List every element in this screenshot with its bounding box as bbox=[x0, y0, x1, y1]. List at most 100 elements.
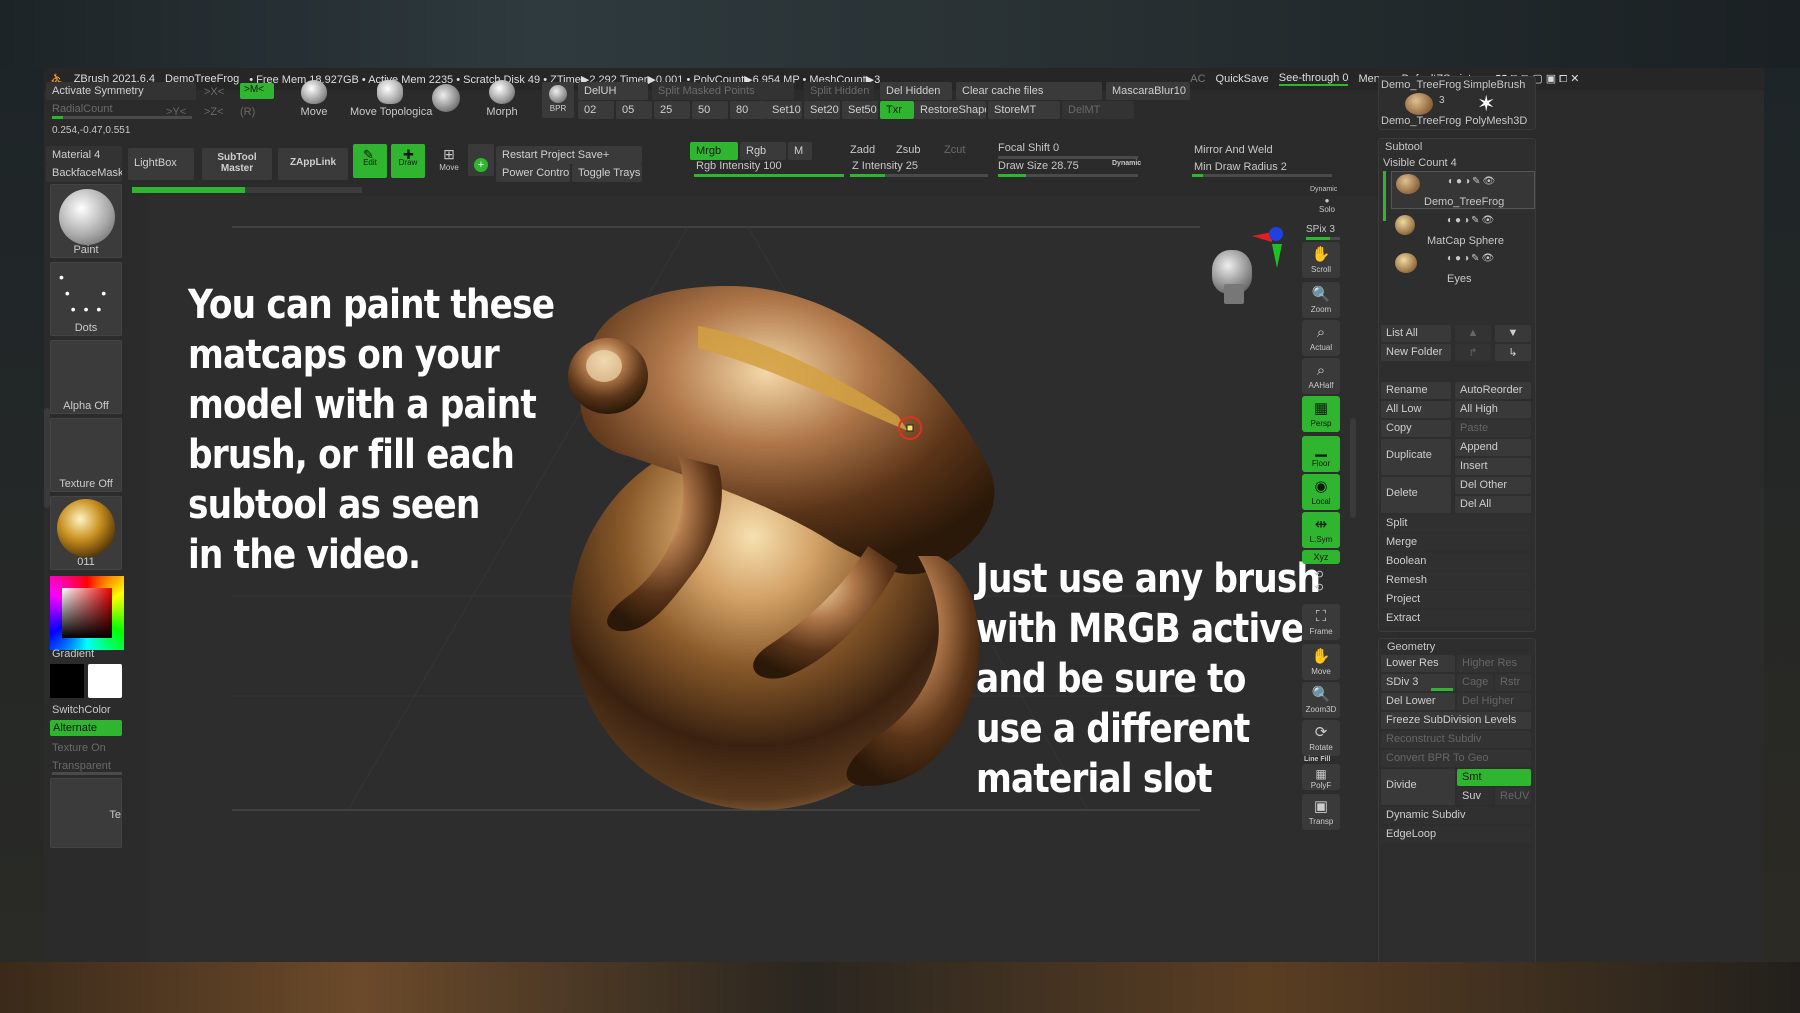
append-button[interactable]: Append bbox=[1455, 439, 1531, 456]
bpr-button[interactable]: BPR bbox=[542, 82, 574, 118]
y-axis-toggle[interactable]: >Y< bbox=[166, 106, 186, 118]
ac-label[interactable]: AC bbox=[1190, 73, 1205, 85]
clear-cache-button[interactable]: Clear cache files bbox=[956, 82, 1102, 100]
project-menu[interactable]: Project bbox=[1381, 591, 1531, 608]
morph-brush[interactable]: Morph bbox=[482, 80, 522, 120]
focal-shift-track[interactable] bbox=[998, 156, 1138, 159]
material-thumb[interactable]: 011 bbox=[50, 496, 122, 570]
tool-thumb-label-2[interactable]: SimpleBrush bbox=[1463, 79, 1525, 91]
split-masked-button[interactable]: Split Masked Points bbox=[652, 82, 794, 100]
storemt-button[interactable]: StoreMT bbox=[988, 101, 1060, 119]
tool-thumb-label-4[interactable]: PolyMesh3D bbox=[1465, 115, 1527, 127]
suv-toggle[interactable]: Suv bbox=[1457, 788, 1493, 805]
lower-res-button[interactable]: Lower Res bbox=[1381, 655, 1455, 672]
autoreorder-button[interactable]: AutoReorder bbox=[1455, 382, 1531, 399]
restart-project-button[interactable]: Restart Project Save+ bbox=[496, 146, 642, 164]
subtool-item-eyes[interactable]: ◐●◑✎👁 Eyes bbox=[1391, 249, 1535, 287]
del-hidden-button[interactable]: Del Hidden bbox=[880, 82, 952, 100]
radialcount-label[interactable]: RadialCount bbox=[52, 103, 113, 115]
all-low-button[interactable]: All Low bbox=[1381, 401, 1451, 418]
tool-thumb-label-1[interactable]: Demo_TreeFrog bbox=[1381, 79, 1461, 91]
arrow-down-icon[interactable]: ▼ bbox=[1495, 325, 1531, 342]
convert-bpr-button[interactable]: Convert BPR To Geo bbox=[1381, 750, 1531, 767]
cage-button[interactable]: Cage bbox=[1457, 674, 1493, 691]
toggle-trays-button[interactable]: Toggle Trays bbox=[572, 164, 642, 182]
paste-button[interactable]: Paste bbox=[1455, 420, 1531, 437]
mascarablur-button[interactable]: MascaraBlur10 bbox=[1106, 82, 1190, 100]
material-slot[interactable]: Material 4 bbox=[46, 146, 122, 164]
backfacemask-button[interactable]: BackfaceMask bbox=[46, 164, 122, 182]
deluh-button[interactable]: DelUH bbox=[578, 82, 648, 100]
reconstruct-subdiv-button[interactable]: Reconstruct Subdiv bbox=[1381, 731, 1531, 748]
duplicate-button[interactable]: Duplicate bbox=[1381, 439, 1451, 475]
scroll-button[interactable]: ✋ Scroll bbox=[1302, 242, 1340, 278]
mrgb-toggle[interactable]: Mrgb bbox=[690, 142, 738, 160]
z-intensity-track[interactable] bbox=[850, 174, 988, 177]
x-axis-toggle[interactable]: >X< bbox=[204, 86, 224, 98]
dynamic-toggle[interactable]: Dynamic bbox=[1112, 160, 1141, 167]
quicksave-button[interactable]: QuickSave bbox=[1216, 73, 1269, 85]
dots-stroke-thumb[interactable]: • • • • • • Dots bbox=[50, 262, 122, 336]
subtool-title[interactable]: Subtool bbox=[1385, 141, 1422, 153]
geometry-title[interactable]: Geometry bbox=[1387, 641, 1435, 653]
polymesh-star-icon[interactable]: ✶ bbox=[1477, 91, 1495, 117]
rgb-toggle[interactable]: Rgb bbox=[740, 142, 786, 160]
smt-toggle[interactable]: Smt bbox=[1457, 769, 1531, 786]
restart-project-icon[interactable]: + bbox=[468, 144, 494, 176]
move-mode-button[interactable]: ⊞ Move bbox=[434, 146, 464, 178]
subtool-item-sphere[interactable]: ◐●◑✎👁 MatCap Sphere bbox=[1391, 211, 1535, 249]
arrow-up-icon[interactable]: ▲ bbox=[1455, 325, 1491, 342]
boolean-menu[interactable]: Boolean bbox=[1381, 553, 1531, 570]
restoreshape-button[interactable]: RestoreShape bbox=[914, 101, 986, 119]
insert-button[interactable]: Insert bbox=[1455, 458, 1531, 475]
alpha-thumb[interactable]: Alpha Off bbox=[50, 340, 122, 414]
draw-size-slider[interactable]: Draw Size 28.75 bbox=[998, 160, 1079, 172]
dynamic-subdiv-menu[interactable]: Dynamic Subdiv bbox=[1381, 807, 1531, 824]
focal-shift-slider[interactable]: Focal Shift 0 bbox=[998, 142, 1059, 154]
subtool-sphere-icons[interactable]: ◐●◑✎👁 bbox=[1447, 215, 1496, 226]
texture-on-toggle[interactable]: Texture On bbox=[52, 742, 106, 754]
aahalf-button[interactable]: ⌕ AAHalf bbox=[1302, 358, 1340, 394]
transparent-slider[interactable] bbox=[52, 772, 122, 775]
alternate-toggle[interactable]: Alternate bbox=[50, 720, 122, 736]
zoom3d-button[interactable]: 🔍 Zoom3D bbox=[1302, 682, 1340, 718]
lsym-button[interactable]: ⇹ L.Sym bbox=[1302, 512, 1340, 548]
edit-mode-button[interactable]: ✎ Edit bbox=[353, 144, 387, 178]
del-higher-button[interactable]: Del Higher bbox=[1457, 693, 1531, 710]
color-picker[interactable] bbox=[50, 576, 124, 650]
set10-button[interactable]: Set10 bbox=[766, 101, 802, 119]
set50-button[interactable]: Set50 bbox=[842, 101, 878, 119]
lightbox-button[interactable]: LightBox bbox=[128, 148, 194, 180]
merge-menu[interactable]: Merge bbox=[1381, 534, 1531, 551]
subtool-visibility-icons[interactable]: ◐●◑✎👁 bbox=[1448, 176, 1497, 187]
zsub-toggle[interactable]: Zsub bbox=[896, 144, 920, 156]
z-axis-toggle[interactable]: >Z< bbox=[204, 106, 224, 118]
paint-brush-thumb[interactable]: Paint bbox=[50, 184, 122, 258]
gradient-label[interactable]: Gradient bbox=[52, 648, 94, 660]
power-control-button[interactable]: Power Control bbox=[496, 164, 570, 182]
list-all-button[interactable]: List All bbox=[1381, 325, 1451, 342]
higher-res-button[interactable]: Higher Res bbox=[1457, 655, 1531, 672]
min-draw-radius-slider[interactable]: Min Draw Radius 2 bbox=[1194, 161, 1287, 173]
delete-button[interactable]: Delete bbox=[1381, 477, 1451, 513]
xyz-button[interactable]: Xyz bbox=[1302, 550, 1340, 564]
split-hidden-button[interactable]: Split Hidden bbox=[804, 82, 874, 100]
z-intensity-slider[interactable]: Z Intensity 25 bbox=[852, 160, 918, 172]
m-axis-toggle[interactable]: >M< bbox=[240, 83, 274, 99]
right-tray-scrollbar[interactable] bbox=[1350, 418, 1356, 518]
left-tray-scrollbar[interactable] bbox=[44, 408, 50, 508]
min-draw-radius-track[interactable] bbox=[1192, 174, 1332, 177]
subtool-item-frog[interactable]: ◐●◑✎👁 Demo_TreeFrog bbox=[1391, 171, 1535, 209]
texture-thumb[interactable]: Texture Off bbox=[50, 418, 122, 492]
extract-menu[interactable]: Extract bbox=[1381, 610, 1531, 627]
move-brush[interactable]: Move bbox=[294, 80, 334, 120]
preset-80[interactable]: 80 bbox=[730, 101, 766, 119]
preset-05[interactable]: 05 bbox=[616, 101, 652, 119]
preset-25[interactable]: 25 bbox=[654, 101, 690, 119]
activate-symmetry-button[interactable]: Activate Symmetry bbox=[46, 82, 196, 100]
rename-button[interactable]: Rename bbox=[1381, 382, 1451, 399]
del-other-button[interactable]: Del Other bbox=[1455, 477, 1531, 494]
preset-02[interactable]: 02 bbox=[578, 101, 614, 119]
sdiv-track[interactable] bbox=[1431, 688, 1453, 691]
del-lower-button[interactable]: Del Lower bbox=[1381, 693, 1455, 710]
